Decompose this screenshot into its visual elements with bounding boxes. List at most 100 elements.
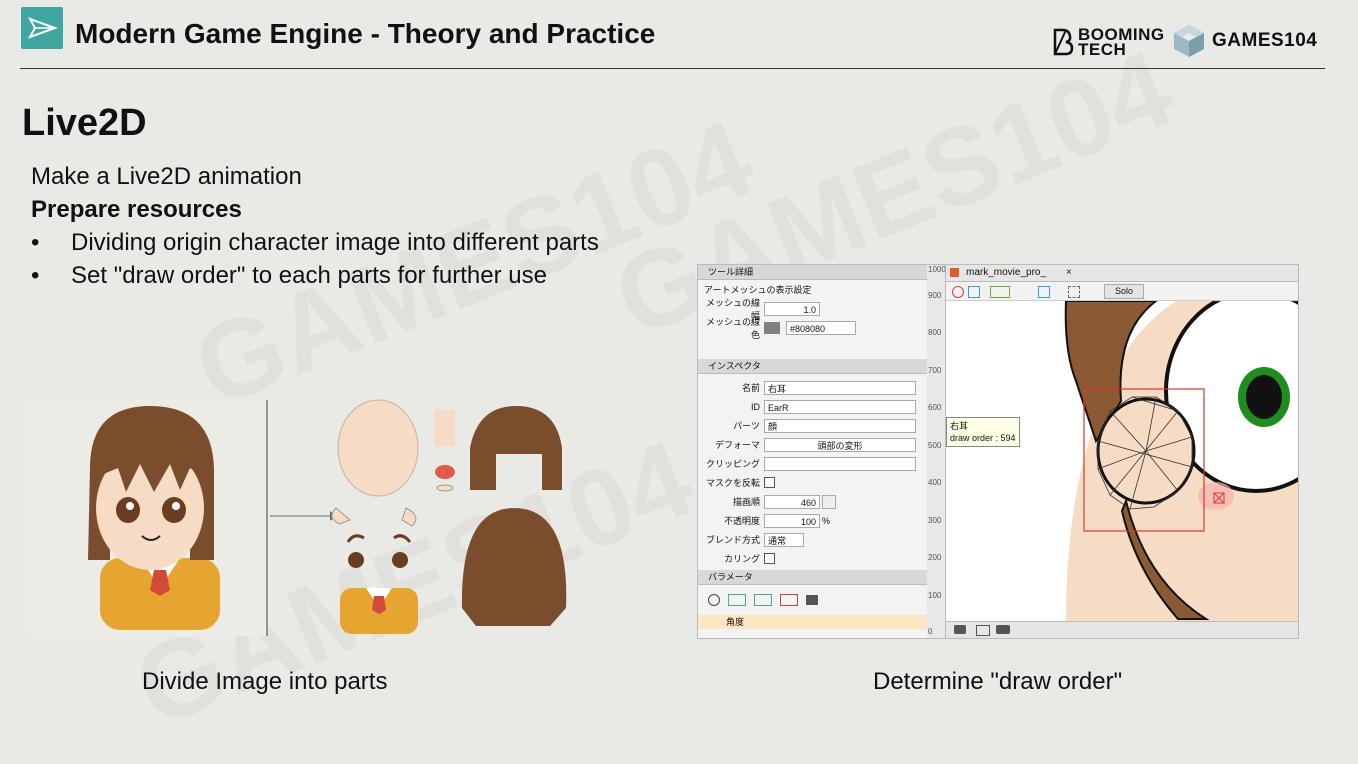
slide-title: Live2D bbox=[22, 102, 147, 144]
tab-parameters[interactable]: パラメータ bbox=[698, 570, 928, 585]
ruler-tick: 100 bbox=[928, 591, 942, 600]
blend-label: ブレンド方式 bbox=[705, 535, 760, 545]
draw-order-label: 描画順 bbox=[732, 497, 760, 507]
tab-tool-detail[interactable]: ツール詳細 bbox=[698, 265, 928, 280]
cube-icon bbox=[1174, 25, 1204, 57]
draw-order-tooltip: 右耳 draw order : 594 bbox=[946, 417, 1020, 447]
canvas-tab[interactable]: mark_movie_pro_ bbox=[966, 265, 1046, 281]
intro-line: Make a Live2D animation bbox=[31, 163, 302, 190]
tab-inspector[interactable]: インスペクタ bbox=[698, 359, 928, 374]
document-icon bbox=[950, 268, 959, 277]
name-label: 名前 bbox=[741, 383, 760, 393]
vertical-ruler: 1000 900 800 700 600 500 400 300 200 100… bbox=[927, 265, 946, 638]
deformer-row: デフォーマ 頭部の変形 bbox=[698, 435, 928, 454]
camera-icon[interactable] bbox=[954, 625, 966, 634]
play-icon[interactable] bbox=[708, 594, 720, 606]
booming-tech-logo: BOOMING TECH bbox=[1052, 25, 1165, 59]
canvas-tab-bar: mark_movie_pro_ × bbox=[946, 265, 1298, 282]
draw-order-row: 描画順 460 bbox=[698, 492, 928, 511]
ruler-tick: 800 bbox=[928, 328, 942, 337]
ruler-tick: 600 bbox=[928, 403, 942, 412]
character-parts-illustration bbox=[30, 399, 567, 636]
parts-select[interactable]: 顔 bbox=[764, 418, 916, 433]
add-key-icon[interactable] bbox=[728, 594, 746, 606]
bind-tool-icon[interactable] bbox=[990, 286, 1010, 298]
ruler-tick: 300 bbox=[928, 516, 942, 525]
invert-mask-checkbox[interactable] bbox=[764, 477, 775, 488]
camera-add-icon[interactable] bbox=[996, 625, 1010, 634]
ruler-tick: 1000 bbox=[928, 265, 946, 274]
original-character bbox=[30, 400, 266, 636]
curve-tool-icon[interactable] bbox=[968, 286, 980, 298]
grid-icon[interactable] bbox=[806, 595, 818, 605]
culling-row: カリング bbox=[698, 549, 928, 568]
ruler-tick: 0 bbox=[928, 627, 933, 636]
brand1-line2: TECH bbox=[1078, 40, 1127, 59]
booming-tech-icon bbox=[1053, 28, 1074, 56]
opacity-field[interactable]: 100 bbox=[764, 513, 820, 528]
bullet-text: Dividing origin character image into dif… bbox=[71, 229, 599, 256]
param-row[interactable]: 角度 bbox=[698, 615, 928, 629]
clipping-row: クリッピング bbox=[698, 454, 928, 473]
canvas-status-bar bbox=[946, 621, 1298, 638]
ruler-tick: 700 bbox=[928, 366, 942, 375]
ruler-tick: 900 bbox=[928, 291, 942, 300]
caption-left: Divide Image into parts bbox=[142, 668, 388, 695]
paper-plane-icon bbox=[27, 17, 58, 39]
close-icon[interactable]: × bbox=[1066, 265, 1072, 281]
opacity-unit: % bbox=[822, 515, 831, 526]
camera-reset-icon[interactable] bbox=[976, 625, 990, 636]
mesh-color-swatch[interactable] bbox=[764, 321, 780, 334]
add-keys-icon[interactable] bbox=[754, 594, 772, 606]
tooltip-draw-order: draw order : 594 bbox=[950, 433, 1016, 443]
games104-logo: GAMES104 bbox=[1172, 22, 1317, 60]
bullet-dot: • bbox=[31, 229, 40, 256]
mesh-tool-icon[interactable] bbox=[952, 286, 964, 298]
remove-key-icon[interactable] bbox=[780, 594, 798, 606]
name-row: 名前 右耳 bbox=[698, 378, 928, 397]
blend-select[interactable]: 通常 bbox=[764, 532, 804, 547]
mesh-color-label: メッシュの線色 bbox=[705, 316, 760, 340]
culling-label: カリング bbox=[723, 554, 760, 564]
mesh-color-field[interactable]: #808080 bbox=[786, 320, 856, 335]
opacity-label: 不透明度 bbox=[723, 516, 760, 526]
bullet-dot: • bbox=[31, 262, 40, 289]
ruler-tick: 200 bbox=[928, 553, 942, 562]
deformer-select[interactable]: 頭部の変形 bbox=[764, 437, 916, 452]
id-label: ID bbox=[751, 401, 760, 412]
opacity-row: 不透明度 100 % bbox=[698, 511, 928, 530]
header-divider bbox=[20, 68, 1325, 69]
param-toolbar bbox=[698, 585, 928, 615]
mesh-width-field[interactable]: 1.0 bbox=[764, 301, 820, 316]
bullet-item: • Set "draw order" to each parts for fur… bbox=[31, 262, 547, 290]
bullet-text: Set "draw order" to each parts for furth… bbox=[71, 262, 547, 289]
invert-mask-label: マスクを反転 bbox=[705, 478, 760, 488]
view-tool-icon[interactable] bbox=[1038, 286, 1050, 298]
name-field[interactable]: 右耳 bbox=[764, 380, 916, 395]
brand2-name: GAMES104 bbox=[1212, 30, 1318, 51]
canvas-toolbar: Solo bbox=[946, 282, 1298, 301]
tool-detail-pane: ツール詳細 アートメッシュの表示設定 メッシュの線幅 1.0 メッシュの線色 #… bbox=[698, 265, 929, 638]
invert-mask-row: マスクを反転 bbox=[698, 473, 928, 492]
parts-label: パーツ bbox=[733, 421, 760, 431]
solo-button[interactable]: Solo bbox=[1104, 284, 1144, 299]
bullet-item: • Dividing origin character image into d… bbox=[31, 229, 599, 257]
ruler-tick: 400 bbox=[928, 478, 942, 487]
tooltip-part-name: 右耳 bbox=[950, 421, 969, 431]
mesh-color-row: メッシュの線色 #808080 bbox=[698, 317, 928, 340]
separated-parts bbox=[331, 399, 567, 634]
draw-order-field[interactable]: 460 bbox=[764, 494, 820, 509]
clipping-field[interactable] bbox=[764, 456, 916, 471]
grid-toggle-icon[interactable] bbox=[1068, 286, 1080, 298]
id-field[interactable]: EarR bbox=[764, 399, 916, 414]
section-heading: Prepare resources bbox=[31, 196, 242, 223]
id-row: ID EarR bbox=[698, 397, 928, 416]
live2d-editor-screenshot: ツール詳細 アートメッシュの表示設定 メッシュの線幅 1.0 メッシュの線色 #… bbox=[697, 264, 1299, 639]
model-view bbox=[1064, 301, 1298, 621]
draw-order-spin[interactable] bbox=[822, 494, 836, 509]
deformer-label: デフォーマ bbox=[714, 440, 760, 450]
course-title: Modern Game Engine - Theory and Practice bbox=[75, 18, 656, 49]
culling-checkbox[interactable] bbox=[764, 553, 775, 564]
model-canvas[interactable]: mark_movie_pro_ × Solo bbox=[946, 265, 1298, 638]
course-logo bbox=[21, 7, 63, 49]
